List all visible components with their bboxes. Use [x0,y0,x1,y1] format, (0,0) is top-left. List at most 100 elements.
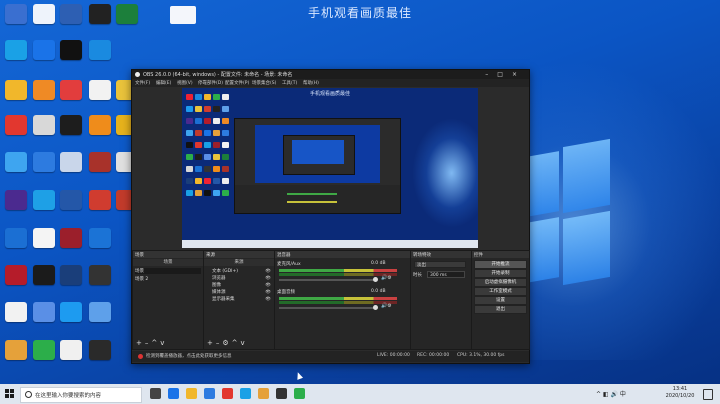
minimize-icon[interactable]: – [485,71,497,78]
volume-knob[interactable] [373,305,378,310]
menu-scene-collection[interactable]: 场景集合(S) [252,80,276,86]
edge-icon[interactable] [168,388,179,399]
desktop-icon[interactable] [5,4,27,24]
store-icon[interactable] [204,388,215,399]
source-item[interactable]: 文本 (GDI+) [212,268,238,274]
app-icon[interactable] [258,388,269,399]
desktop-icon[interactable] [33,40,55,60]
desktop-icon[interactable] [89,302,111,322]
desktop-icon[interactable] [60,4,82,24]
desktop-shortcut-icon[interactable] [170,6,196,24]
duration-input[interactable]: 300 ms [427,271,465,278]
desktop-icon[interactable] [89,228,111,248]
desktop-icon[interactable] [5,265,27,285]
desktop-icon[interactable] [60,302,82,322]
source-item[interactable]: 显示器采集 [212,296,235,302]
desktop-icon[interactable] [60,40,82,60]
title-bar[interactable]: OBS 26.0.0 (64-bit, windows) - 配置文件: 未命名… [132,70,529,79]
notification-icon[interactable] [703,389,713,400]
studio-mode-button[interactable]: 工作室模式 [474,287,527,296]
status-message[interactable]: 检测到覆盖播放器，点击此处获取更多信息 [146,353,232,359]
desktop-icon[interactable] [33,4,55,24]
desktop-icon[interactable] [5,115,27,135]
desktop-icon[interactable] [33,190,55,210]
desktop-icon[interactable] [60,228,82,248]
desktop-icon[interactable] [89,4,111,24]
source-item[interactable]: 图像 [212,282,221,288]
desktop-icon[interactable] [89,152,111,172]
menu-edit[interactable]: 编辑(E) [156,80,171,86]
desktop-icon[interactable] [33,80,55,100]
desktop-icon[interactable] [5,190,27,210]
desktop-icon[interactable] [33,340,55,360]
settings-button[interactable]: 设置 [474,296,527,305]
menu-view[interactable]: 视图(V) [177,80,193,86]
obs-window[interactable]: OBS 26.0.0 (64-bit, windows) - 配置文件: 未命名… [131,69,530,364]
desktop-icon[interactable] [60,152,82,172]
scene-item[interactable]: 场景 2 [135,276,148,282]
desktop-icon[interactable] [5,302,27,322]
desktop-icon[interactable] [33,115,55,135]
virtual-camera-button[interactable]: 启动虚拟摄像机 [474,278,527,287]
desktop-icon[interactable] [89,190,111,210]
desktop-icon[interactable] [5,152,27,172]
task-view-icon[interactable] [150,388,161,399]
menu-profile[interactable]: 配置文件(P) [225,80,249,86]
desktop-icon[interactable] [33,302,55,322]
desktop-icon[interactable] [33,228,55,248]
desktop-icon[interactable] [89,80,111,100]
desktop-icon[interactable] [60,80,82,100]
scene-item[interactable]: 场景 [135,268,201,274]
explorer-icon[interactable] [186,388,197,399]
desktop-icon[interactable] [5,340,27,360]
visibility-icons[interactable]: 👁 👁 👁 👁 👁 [265,268,271,303]
desktop-icon[interactable] [89,115,111,135]
volume-slider[interactable] [279,307,375,309]
desktop-icon[interactable] [33,265,55,285]
desktop-icon[interactable] [89,340,111,360]
menu-file[interactable]: 文件(F) [135,80,150,86]
obs-taskbar-icon[interactable] [276,388,287,399]
scenes-header: 场景 [133,259,203,266]
desktop-icon[interactable] [5,80,27,100]
transitions-dock: 转场特效 淡出 时长 300 ms [410,250,472,350]
volume-slider[interactable] [279,279,375,281]
app-icon[interactable] [240,388,251,399]
desktop-icon[interactable] [60,190,82,210]
desktop-icon[interactable] [89,265,111,285]
menu-help[interactable]: 帮助(H) [303,80,319,86]
desktop-icon[interactable] [60,340,82,360]
speaker-icon[interactable]: 🔊⚙ [381,275,392,281]
maximize-icon[interactable]: □ [497,71,512,78]
rec-time: REC: 00:00:00 [417,353,450,358]
volume-knob[interactable] [373,277,378,282]
source-tools[interactable]: +–⚙^v [207,339,248,347]
transition-select[interactable]: 淡出 [414,261,466,268]
desktop-icon[interactable] [116,4,138,24]
preview-canvas[interactable]: 手机观看画质最佳 [182,88,478,248]
exit-button[interactable]: 退出 [474,305,527,314]
vu-meter [279,297,397,300]
desktop-icon[interactable] [60,265,82,285]
menu-tools[interactable]: 工具(T) [282,80,297,86]
source-item[interactable]: 媒体源 [212,289,226,295]
desktop-icon[interactable] [5,40,27,60]
close-icon[interactable]: × [512,71,526,78]
app-icon[interactable] [294,388,305,399]
scene-tools[interactable]: +–^v [136,339,167,347]
tray-icons[interactable]: ^ ◧ 🔊 中 [596,389,626,398]
window-controls[interactable]: –□× [485,71,526,78]
taskbar-search[interactable]: 在这里输入你要搜索的内容 [20,387,142,403]
source-item[interactable]: 浏览器 [212,275,226,281]
start-streaming-button[interactable]: 开始推流 [474,260,527,269]
menu-docks[interactable]: 停靠部件(D) [198,80,223,86]
app-icon[interactable] [222,388,233,399]
start-button[interactable] [5,389,15,399]
desktop-icon[interactable] [33,152,55,172]
speaker-icon[interactable]: 🔊⚙ [381,303,392,309]
desktop-icon[interactable] [60,115,82,135]
desktop-icon[interactable] [5,228,27,248]
clock[interactable]: 13:41 2020/10/20 [664,386,696,400]
start-recording-button[interactable]: 开始录制 [474,269,527,278]
desktop-icon[interactable] [89,40,111,60]
